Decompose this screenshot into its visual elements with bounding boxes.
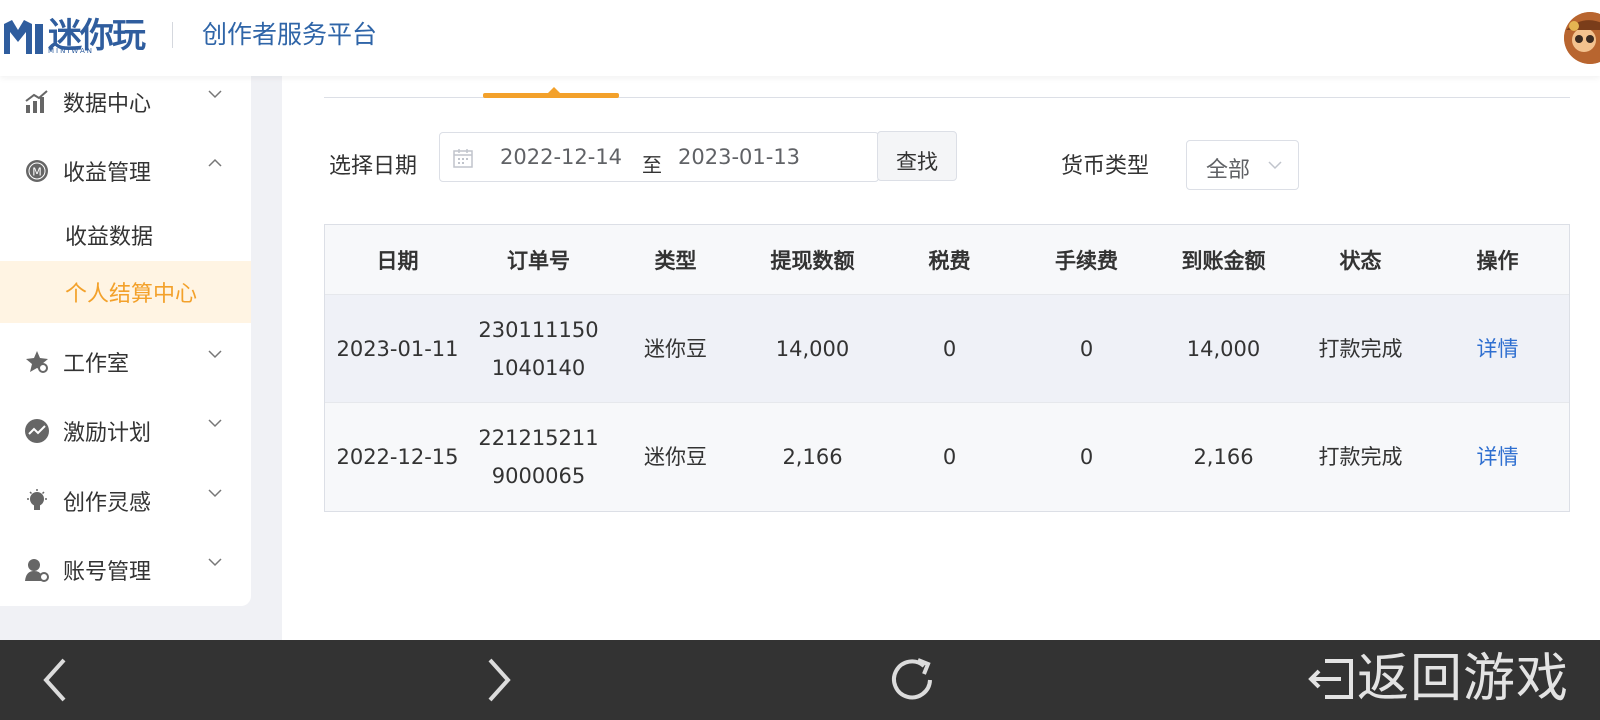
logo-subtext: MINIWAN bbox=[48, 47, 94, 55]
main-content: 选择日期 2022-12-14 至 2023-01-13 查找 货币类型 全部 … bbox=[282, 76, 1600, 640]
chevron-left-icon bbox=[43, 658, 66, 702]
date-filter-label: 选择日期 bbox=[329, 154, 418, 179]
chevron-down-icon bbox=[208, 558, 222, 567]
coin-m-icon: M bbox=[24, 158, 50, 184]
chevron-right-icon bbox=[488, 658, 511, 702]
cell-date: 2023-01-11 bbox=[336, 336, 459, 361]
cell-action: 详情 bbox=[1429, 403, 1566, 511]
cell-withdraw-amount: 2,166 bbox=[782, 445, 843, 469]
chevron-down-icon bbox=[208, 350, 222, 359]
platform-title: 创作者服务平台 bbox=[202, 20, 378, 49]
sidebar-subitem-earnings-data[interactable]: 收益数据 bbox=[0, 204, 251, 266]
column-header-withdraw-amount: 提现数额 bbox=[770, 248, 855, 273]
currency-type-label: 货币类型 bbox=[1061, 154, 1150, 179]
exit-arrow-icon bbox=[1308, 659, 1353, 699]
cell-type: 迷你豆 bbox=[644, 336, 707, 361]
user-gear-icon bbox=[24, 557, 50, 583]
cell-received-amount: 14,000 bbox=[1186, 336, 1261, 361]
sidebar-item-data-center[interactable]: 数据中心 bbox=[0, 72, 251, 132]
column-header-status: 状态 bbox=[1339, 248, 1382, 273]
currency-select-value: 全部 bbox=[1206, 158, 1251, 183]
logo-mark-icon bbox=[4, 20, 43, 54]
chevron-up-icon bbox=[208, 158, 222, 167]
calendar-icon bbox=[453, 149, 473, 168]
cell-tax: 0 bbox=[942, 336, 957, 361]
column-header-action: 操作 bbox=[1476, 248, 1519, 273]
sidebar: 数据中心 M 收益管理 收益数据 个人结算中心 工作室 激励计划 创作灵感 账号… bbox=[0, 76, 251, 606]
sidebar-item-account[interactable]: 账号管理 bbox=[0, 540, 251, 600]
chevron-down-icon bbox=[208, 419, 222, 428]
table-row: 2023-01-11 2301111501040140 迷你豆 14,000 0… bbox=[325, 295, 1569, 403]
sidebar-item-creative-inspiration[interactable]: 创作灵感 bbox=[0, 471, 251, 531]
cell-received-amount: 2,166 bbox=[1193, 445, 1254, 469]
cell-status: 打款完成 bbox=[1318, 445, 1403, 469]
trend-circle-icon bbox=[24, 418, 50, 444]
sidebar-item-earnings[interactable]: M 收益管理 bbox=[0, 141, 251, 201]
cell-order-no: 2301111501040140 bbox=[478, 317, 599, 380]
chart-bars-icon bbox=[24, 89, 50, 115]
star-gear-icon bbox=[24, 349, 50, 375]
column-header-received-amount: 到账金额 bbox=[1181, 248, 1266, 273]
svg-text:M: M bbox=[32, 166, 42, 179]
column-header-order-no: 订单号 bbox=[507, 248, 570, 273]
start-date-input[interactable]: 2022-12-14 bbox=[500, 145, 622, 169]
sidebar-item-studio[interactable]: 工作室 bbox=[0, 332, 251, 392]
sidebar-item-label: 创作灵感 bbox=[63, 491, 152, 516]
date-range-picker[interactable]: 2022-12-14 至 2023-01-13 bbox=[439, 132, 879, 182]
avatar-character-icon bbox=[1564, 12, 1600, 64]
cell-order-no: 2212152119000065 bbox=[478, 426, 599, 488]
back-button[interactable] bbox=[30, 654, 82, 706]
details-link[interactable]: 详情 bbox=[1477, 330, 1519, 368]
column-header-type: 类型 bbox=[654, 248, 697, 273]
active-tab-caret bbox=[548, 87, 560, 93]
cell-tax: 0 bbox=[942, 445, 957, 469]
sidebar-item-label: 收益管理 bbox=[63, 161, 152, 186]
settlement-table: 日期 订单号 类型 提现数额 税费 手续费 到账金额 状态 操作 2023-01… bbox=[324, 224, 1570, 512]
column-header-date: 日期 bbox=[376, 248, 419, 273]
miniwan-logo[interactable]: 迷你玩 MINIWAN bbox=[2, 14, 146, 58]
bottom-navigation-bar: 返回游戏 bbox=[0, 640, 1600, 720]
refresh-icon bbox=[892, 658, 932, 700]
sidebar-subitem-label: 个人结算中心 bbox=[65, 282, 198, 307]
cell-date: 2022-12-15 bbox=[336, 445, 459, 469]
return-to-game-button[interactable]: 返回游戏 bbox=[1305, 648, 1569, 710]
header-divider bbox=[172, 22, 173, 48]
sidebar-item-label: 激励计划 bbox=[63, 421, 152, 446]
column-header-tax: 税费 bbox=[928, 248, 971, 273]
sidebar-subitem-settlement-center[interactable]: 个人结算中心 bbox=[0, 261, 251, 323]
column-header-fee: 手续费 bbox=[1055, 248, 1118, 273]
top-header: 迷你玩 MINIWAN 创作者服务平台 bbox=[0, 0, 1600, 76]
lightbulb-icon bbox=[24, 488, 50, 514]
sidebar-item-incentive-plan[interactable]: 激励计划 bbox=[0, 401, 251, 461]
active-tab-indicator bbox=[483, 93, 619, 98]
chevron-down-icon bbox=[208, 90, 222, 99]
return-to-game-label: 返回游戏 bbox=[1357, 649, 1570, 709]
details-link[interactable]: 详情 bbox=[1477, 438, 1519, 476]
end-date-input[interactable]: 2023-01-13 bbox=[678, 145, 800, 169]
sidebar-item-label: 账号管理 bbox=[63, 560, 152, 585]
user-avatar[interactable] bbox=[1564, 12, 1600, 64]
forward-button[interactable] bbox=[472, 654, 524, 706]
cell-fee: 0 bbox=[1079, 445, 1094, 469]
chevron-down-icon bbox=[208, 489, 222, 498]
chevron-down-icon bbox=[1268, 161, 1282, 170]
sidebar-item-label: 工作室 bbox=[63, 352, 130, 377]
refresh-button[interactable] bbox=[886, 654, 938, 706]
table-header-row: 日期 订单号 类型 提现数额 税费 手续费 到账金额 状态 操作 bbox=[325, 225, 1569, 295]
sidebar-subitem-label: 收益数据 bbox=[65, 225, 154, 250]
sidebar-item-label: 数据中心 bbox=[63, 92, 152, 117]
date-range-separator: 至 bbox=[642, 153, 662, 177]
cell-status: 打款完成 bbox=[1318, 336, 1403, 361]
currency-type-select[interactable]: 全部 bbox=[1186, 140, 1299, 190]
find-button[interactable]: 查找 bbox=[877, 131, 957, 181]
table-row: 2022-12-15 2212152119000065 迷你豆 2,166 0 … bbox=[325, 403, 1569, 511]
cell-type: 迷你豆 bbox=[644, 445, 707, 469]
cell-fee: 0 bbox=[1079, 336, 1094, 361]
cell-withdraw-amount: 14,000 bbox=[775, 336, 850, 361]
cell-action: 详情 bbox=[1429, 295, 1566, 402]
